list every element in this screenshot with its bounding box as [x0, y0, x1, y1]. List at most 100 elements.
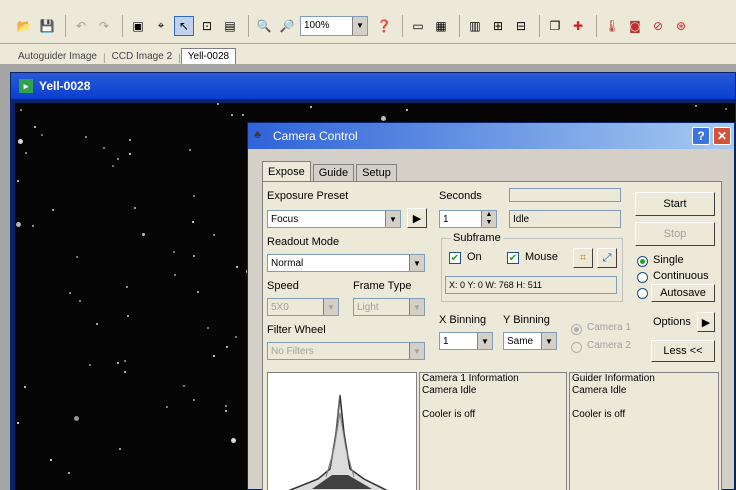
- subframe-full-button[interactable]: ⤢: [597, 248, 617, 268]
- star-point: [96, 323, 98, 325]
- zoom-out-icon[interactable]: 🔎: [277, 16, 297, 36]
- zoom-combo[interactable]: 100% ▼: [300, 15, 368, 36]
- close-button[interactable]: ✕: [713, 127, 731, 145]
- options-button[interactable]: ▶: [697, 312, 715, 332]
- doc-tab-yell[interactable]: Yell-0028: [180, 48, 237, 64]
- image-window-icon[interactable]: ▣: [128, 16, 148, 36]
- readout-mode-combo[interactable]: Normal ▼: [267, 254, 425, 272]
- filter-wheel-label: Filter Wheel: [267, 324, 326, 336]
- tab-setup[interactable]: Setup: [356, 164, 397, 181]
- grid-icon[interactable]: ⊟: [511, 16, 531, 36]
- display-icon[interactable]: ▭: [408, 16, 428, 36]
- chevron-down-icon[interactable]: ▼: [352, 16, 367, 35]
- star-point: [197, 291, 199, 293]
- speed-value: 5X0: [271, 301, 289, 313]
- thermometer-icon[interactable]: 🌡: [602, 16, 622, 36]
- histogram-icon[interactable]: ▤: [220, 16, 240, 36]
- play-arrow-icon: ▶: [701, 316, 711, 329]
- seconds-label: Seconds: [439, 190, 482, 202]
- expand-icon: ⤢: [602, 251, 612, 264]
- subframe-select-button[interactable]: ⌗: [573, 248, 593, 268]
- document-icon[interactable]: ▦: [431, 16, 451, 36]
- subframe-on-checkbox[interactable]: ✔: [449, 252, 461, 264]
- preset-menu-button[interactable]: ▶: [407, 208, 427, 228]
- less-button[interactable]: Less <<: [651, 340, 715, 362]
- undo-icon[interactable]: ↶: [71, 16, 91, 36]
- image-window-title: Yell-0028: [39, 79, 91, 93]
- star-point: [193, 195, 195, 197]
- document-tabs: Autoguider Image | CCD Image 2 | Yell-00…: [0, 44, 736, 64]
- star-point: [69, 292, 71, 294]
- save-icon[interactable]: 💾: [37, 16, 57, 36]
- progress-bar: [509, 188, 621, 202]
- star-point: [89, 364, 91, 366]
- chevron-down-icon[interactable]: ▼: [541, 333, 556, 349]
- chevron-down-icon[interactable]: ▼: [323, 299, 338, 315]
- camera-control-icon[interactable]: ◙: [625, 16, 645, 36]
- subframe-coords: X: 0 Y: 0 W: 768 H: 511: [445, 276, 617, 294]
- camera2-radio[interactable]: [571, 342, 582, 353]
- subframe-mouse-checkbox[interactable]: ✔: [507, 252, 519, 264]
- autosave-button[interactable]: Autosave: [651, 284, 715, 302]
- star-point: [52, 209, 54, 211]
- chevron-down-icon[interactable]: ▼: [385, 211, 400, 227]
- star-point: [231, 114, 233, 116]
- align-icon[interactable]: ⊞: [488, 16, 508, 36]
- plus-marker-icon[interactable]: ✚: [568, 16, 588, 36]
- image-window-title-bar[interactable]: ▸ Yell-0028: [11, 73, 735, 99]
- camera1-radio[interactable]: [571, 324, 582, 335]
- subframe-on-label: On: [467, 251, 482, 263]
- stop-button[interactable]: Stop: [635, 222, 715, 246]
- chevron-down-icon[interactable]: ▼: [409, 343, 424, 359]
- camera2-label: Camera 2: [587, 340, 631, 351]
- stop-icon[interactable]: ⊘: [648, 16, 668, 36]
- expose-panel: Exposure Preset Focus ▼ ▶ Seconds 1 ▲ ▼ I…: [262, 181, 722, 490]
- tab-expose[interactable]: Expose: [262, 161, 311, 181]
- autosave-radio[interactable]: [637, 288, 648, 299]
- crop-icon[interactable]: ⊡: [197, 16, 217, 36]
- x-binning-value: 1: [443, 335, 449, 347]
- help-button[interactable]: ?: [692, 127, 710, 145]
- star-point: [119, 448, 121, 450]
- chevron-down-icon[interactable]: ▼: [477, 333, 492, 349]
- star-point: [695, 105, 697, 107]
- doc-tab-ccd-image[interactable]: CCD Image 2: [106, 49, 179, 64]
- stack-icon[interactable]: ▥: [465, 16, 485, 36]
- help-pointer-icon[interactable]: ❓: [374, 16, 394, 36]
- y-binning-combo[interactable]: Same ▼: [503, 332, 557, 350]
- start-button[interactable]: Start: [635, 192, 715, 216]
- star-point: [242, 114, 244, 116]
- lifebuoy-icon[interactable]: ⊛: [671, 16, 691, 36]
- chevron-down-icon[interactable]: ▼: [409, 255, 424, 271]
- exposure-preset-combo[interactable]: Focus ▼: [267, 210, 401, 228]
- continuous-radio[interactable]: [637, 272, 648, 283]
- toolbar-separator: [539, 14, 540, 37]
- star-profile-pane: [267, 372, 417, 490]
- frame-type-combo[interactable]: Light ▼: [353, 298, 425, 316]
- zoom-in-icon[interactable]: 🔍: [254, 16, 274, 36]
- single-radio[interactable]: [637, 256, 648, 267]
- spin-arrows-icon[interactable]: ▲ ▼: [481, 211, 496, 227]
- camera-dialog-title-bar[interactable]: ♣ Camera Control ? ✕: [248, 123, 734, 149]
- redo-icon[interactable]: ↷: [94, 16, 114, 36]
- tab-guide[interactable]: Guide: [312, 164, 355, 181]
- filter-wheel-value: No Filters: [271, 345, 314, 357]
- x-binning-combo[interactable]: 1 ▼: [439, 332, 493, 350]
- speed-combo[interactable]: 5X0 ▼: [267, 298, 339, 316]
- star-point: [142, 233, 145, 236]
- camera1-label: Camera 1: [587, 322, 631, 333]
- copy-icon[interactable]: ❐: [545, 16, 565, 36]
- doc-tab-autoguider[interactable]: Autoguider Image: [12, 49, 103, 64]
- camera1-info-pane: Camera 1 Information Camera Idle Cooler …: [419, 372, 567, 490]
- filter-wheel-combo[interactable]: No Filters ▼: [267, 342, 425, 360]
- pointer-icon[interactable]: ↖: [174, 15, 194, 36]
- seconds-spinner[interactable]: 1 ▲ ▼: [439, 210, 497, 228]
- chevron-down-icon[interactable]: ▼: [409, 299, 424, 315]
- star-point: [124, 360, 126, 362]
- camera1-info-heading: Camera 1 Information: [422, 373, 519, 384]
- toolbar-separator: [122, 14, 123, 37]
- open-folder-icon[interactable]: 📂: [14, 16, 34, 36]
- star-point: [117, 158, 119, 160]
- y-binning-value: Same: [507, 335, 534, 347]
- crosshair-icon[interactable]: ⌖: [151, 16, 171, 36]
